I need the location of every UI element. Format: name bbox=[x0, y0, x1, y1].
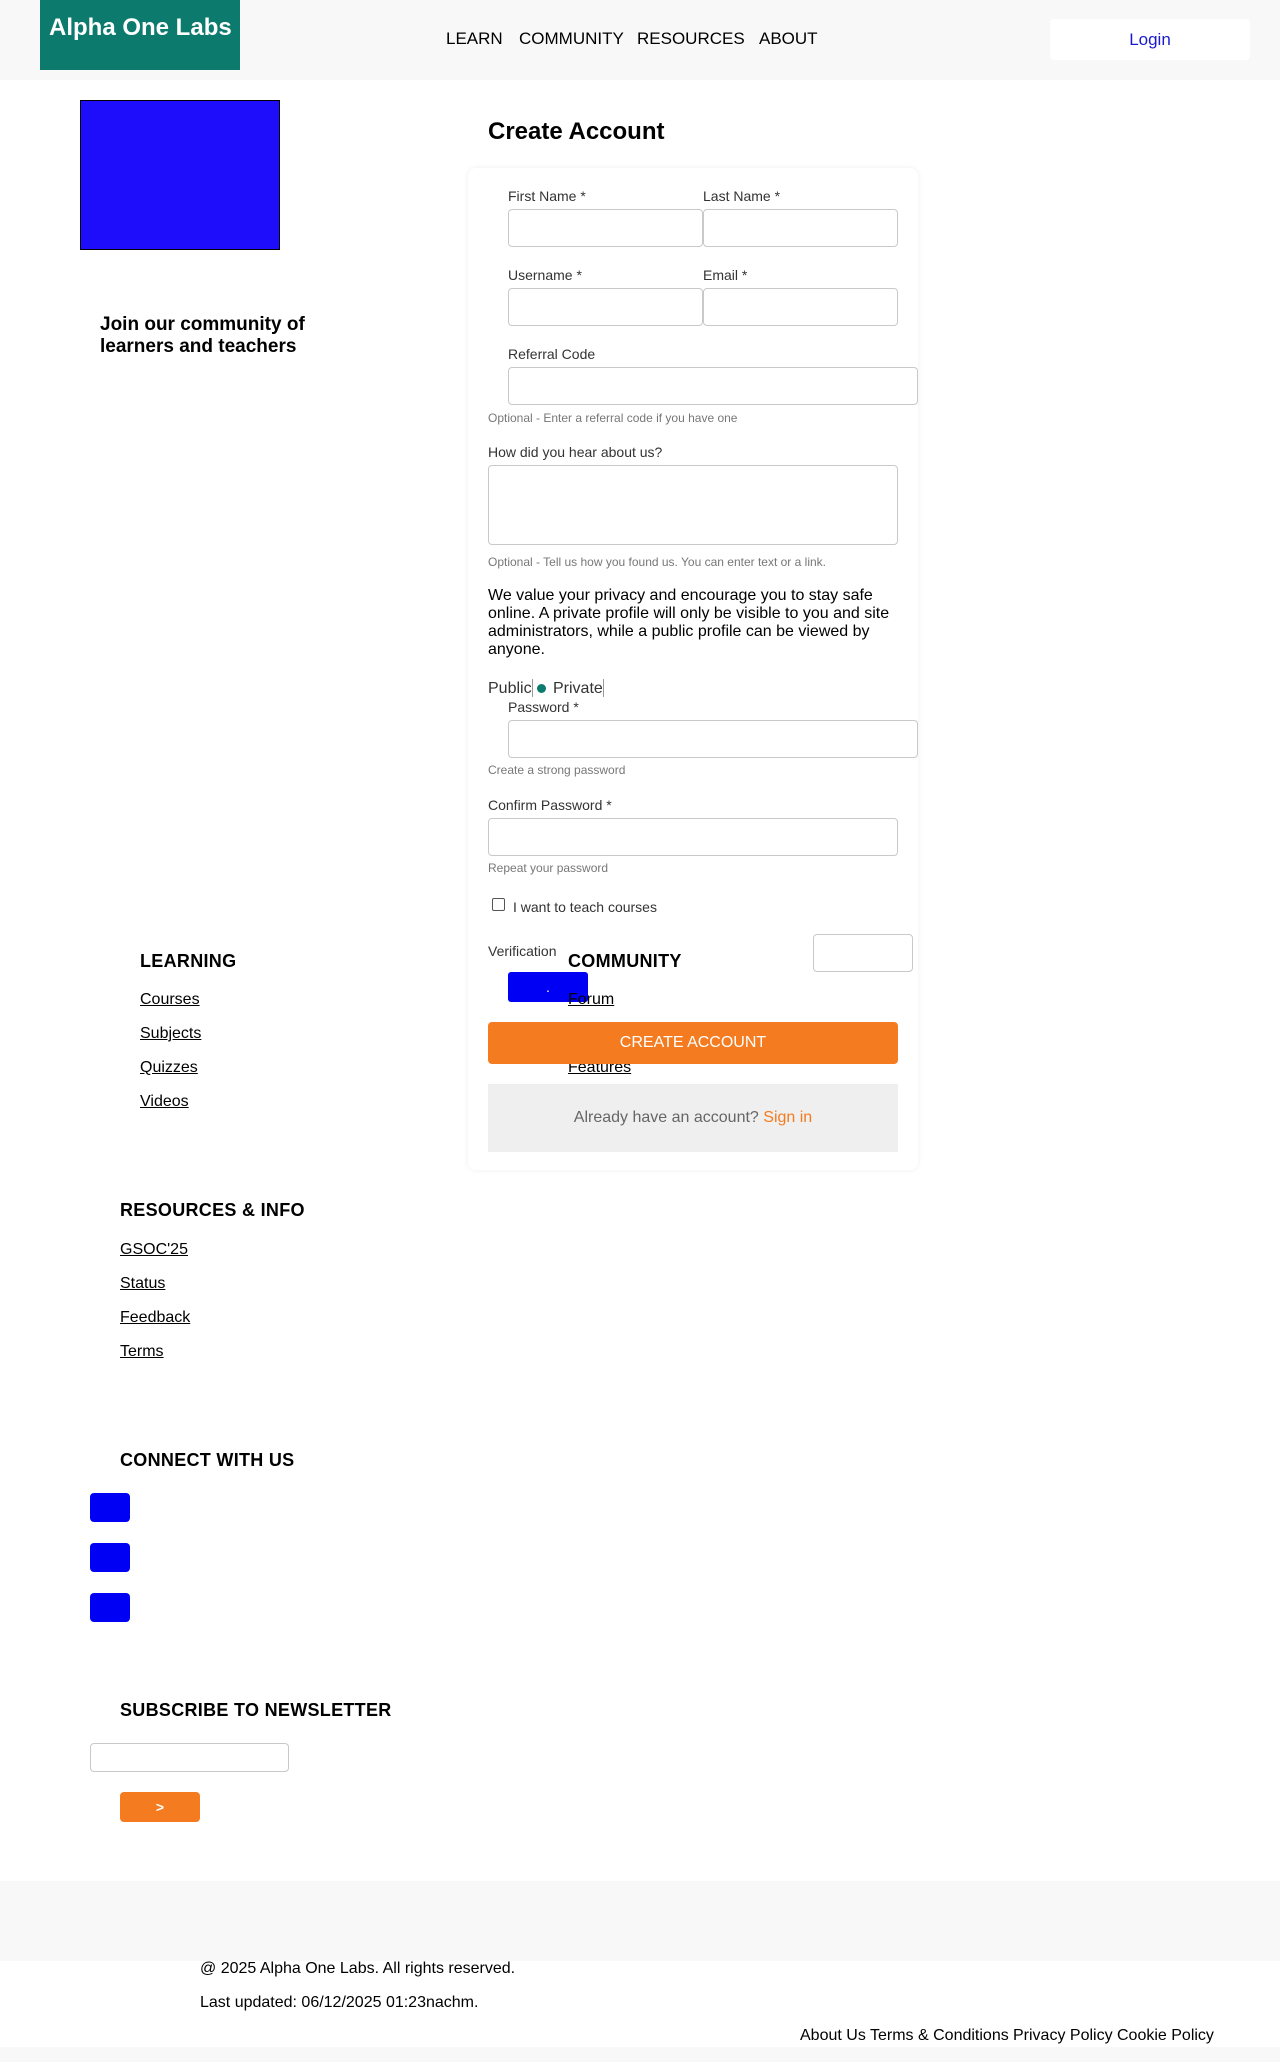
last-name-input[interactable] bbox=[703, 209, 898, 247]
footer-link-subjects[interactable]: Subjects bbox=[140, 1025, 201, 1043]
footer-link-courses[interactable]: Courses bbox=[140, 991, 200, 1009]
last-updated-text: Last updated: 06/12/2025 01:23nachm. bbox=[200, 1994, 479, 2011]
privacy-notice: We value your privacy and encourage you … bbox=[488, 587, 890, 658]
page-title: Create Account bbox=[488, 118, 665, 145]
password-label: Password * bbox=[508, 699, 579, 715]
footer-connect-heading: CONNECT WITH US bbox=[120, 1450, 295, 1470]
email-label: Email * bbox=[703, 267, 748, 283]
visibility-private[interactable]: Private bbox=[553, 680, 603, 698]
visibility-divider-end bbox=[603, 679, 604, 697]
site-logo[interactable]: Alpha One Labs bbox=[40, 0, 240, 70]
footer-link-feedback[interactable]: Feedback bbox=[120, 1309, 190, 1327]
nav-community[interactable]: COMMUNITY bbox=[519, 29, 624, 49]
verification-input[interactable] bbox=[813, 934, 913, 972]
footer-band bbox=[0, 1881, 1280, 1961]
visibility-divider bbox=[532, 679, 533, 697]
login-button[interactable]: Login bbox=[1050, 19, 1250, 60]
social-icon-3[interactable] bbox=[90, 1593, 130, 1622]
teach-checkbox[interactable] bbox=[492, 898, 505, 911]
logo-text: Alpha One Labs bbox=[49, 14, 232, 41]
visibility-public[interactable]: Public bbox=[488, 680, 532, 698]
signin-prompt-text: Already have an account? bbox=[573, 1109, 759, 1126]
newsletter-subscribe-button[interactable]: > bbox=[120, 1792, 200, 1822]
last-name-label: Last Name * bbox=[703, 188, 781, 204]
confirm-password-label: Confirm Password * bbox=[488, 797, 612, 813]
footer-newsletter-heading: SUBSCRIBE TO NEWSLETTER bbox=[120, 1700, 392, 1720]
username-label: Username * bbox=[508, 267, 582, 283]
hero-tagline: Join our community of learners and teach… bbox=[100, 314, 305, 357]
footer-link-status[interactable]: Status bbox=[120, 1275, 165, 1293]
copyright-text: @ 2025 Alpha One Labs. All rights reserv… bbox=[200, 1960, 516, 1977]
nav-learn[interactable]: LEARN bbox=[446, 29, 503, 49]
footer-link-terms[interactable]: Terms bbox=[120, 1343, 164, 1361]
legal-bar bbox=[0, 2047, 1280, 2062]
confirm-password-help: Repeat your password bbox=[488, 861, 609, 875]
footer-community-heading: COMMUNITY bbox=[568, 951, 682, 971]
nav-resources[interactable]: RESOURCES bbox=[637, 29, 745, 49]
username-input[interactable] bbox=[508, 288, 703, 326]
footer-link-gsoc[interactable]: GSOC'25 bbox=[120, 1241, 188, 1259]
hear-about-help: Optional - Tell us how you found us. You… bbox=[488, 555, 826, 569]
selected-dot-icon bbox=[537, 684, 546, 693]
social-icon-2[interactable] bbox=[90, 1543, 130, 1572]
hero-image bbox=[80, 100, 280, 250]
first-name-label: First Name * bbox=[508, 188, 586, 204]
referral-input[interactable] bbox=[508, 367, 918, 405]
signin-prompt: Already have an account? Sign in bbox=[488, 1084, 898, 1152]
signin-link[interactable]: Sign in bbox=[763, 1109, 812, 1126]
hear-about-textarea[interactable] bbox=[488, 465, 898, 545]
legal-link-about[interactable]: About Us bbox=[800, 2027, 866, 2045]
footer-resources-heading: RESOURCES & INFO bbox=[120, 1200, 305, 1220]
referral-label: Referral Code bbox=[508, 346, 596, 362]
password-input[interactable] bbox=[508, 720, 918, 758]
teach-label: I want to teach courses bbox=[513, 899, 657, 915]
newsletter-email-input[interactable] bbox=[90, 1743, 289, 1772]
footer-link-quizzes[interactable]: Quizzes bbox=[140, 1059, 198, 1077]
nav-about[interactable]: ABOUT bbox=[759, 29, 818, 49]
verification-label: Verification bbox=[488, 943, 557, 959]
social-icon-1[interactable] bbox=[90, 1493, 130, 1522]
footer-learning-heading: LEARNING bbox=[140, 951, 237, 971]
footer-link-videos[interactable]: Videos bbox=[140, 1093, 189, 1111]
first-name-input[interactable] bbox=[508, 209, 703, 247]
footer-link-forum[interactable]: Forum bbox=[568, 991, 614, 1009]
referral-help: Optional - Enter a referral code if you … bbox=[488, 411, 738, 425]
password-help: Create a strong password bbox=[488, 763, 626, 777]
login-label: Login bbox=[1129, 30, 1171, 49]
hear-about-label: How did you hear about us? bbox=[488, 444, 663, 460]
email-input[interactable] bbox=[703, 288, 898, 326]
legal-link-cookies[interactable]: Cookie Policy bbox=[1117, 2027, 1214, 2045]
legal-link-privacy[interactable]: Privacy Policy bbox=[1013, 2027, 1113, 2045]
confirm-password-input[interactable] bbox=[488, 818, 898, 856]
legal-link-terms[interactable]: Terms & Conditions bbox=[870, 2027, 1009, 2045]
create-account-button[interactable]: CREATE ACCOUNT bbox=[488, 1022, 898, 1064]
